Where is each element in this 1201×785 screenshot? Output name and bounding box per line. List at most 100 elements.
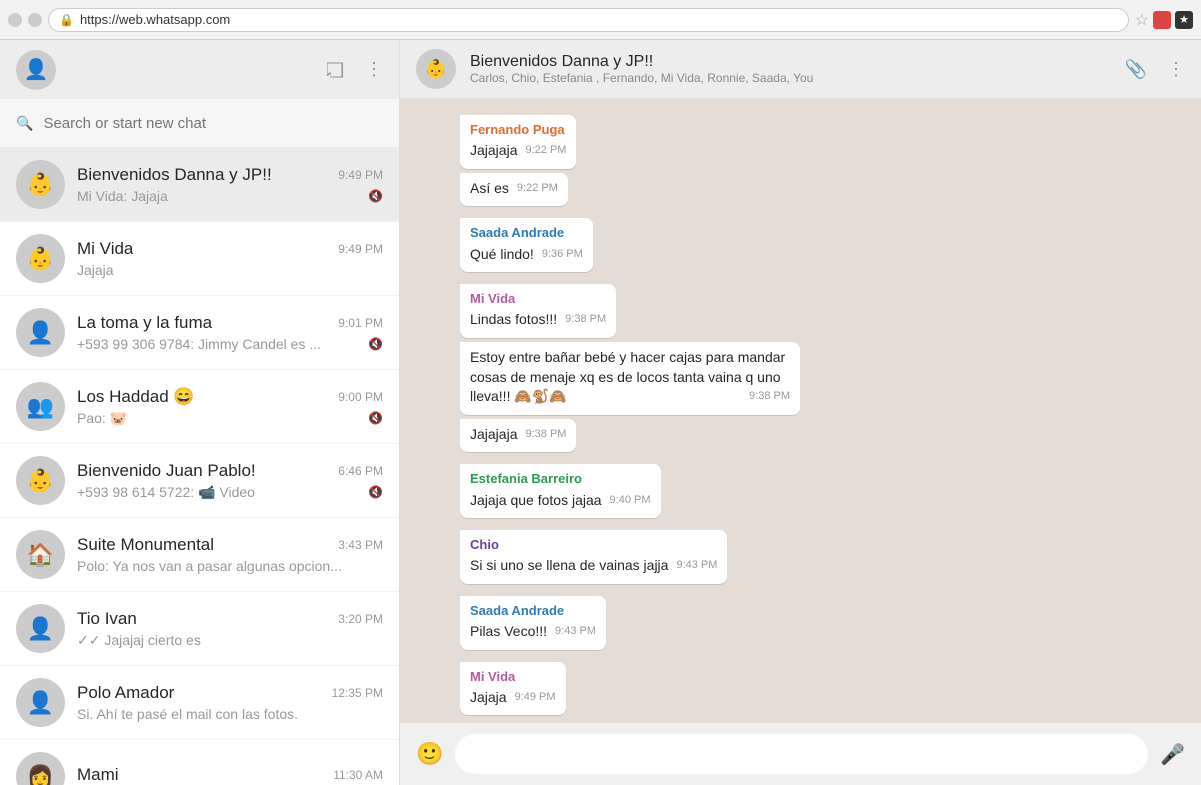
chat-item-preview: Si. Ahí te pasé el mail con las fotos. (77, 706, 383, 722)
chat-item-info: Bienvenidos Danna y JP!! 9:49 PM Mi Vida… (77, 165, 383, 204)
chat-item-info: Tio Ivan 3:20 PM ✓✓ Jajajaj cierto es (77, 609, 383, 649)
chat-item-preview: Pao: 🐷 (77, 410, 364, 427)
browser-actions: ☆ ★ (1135, 10, 1193, 30)
chat-item-info: Suite Monumental 3:43 PM Polo: Ya nos va… (77, 535, 383, 574)
chat-item-avatar: 👤 (16, 308, 65, 357)
message-bubble: Chio Si si uno se llena de vainas jajja 9:… (460, 530, 727, 584)
chat-list-item[interactable]: 👶 Bienvenidos Danna y JP!! 9:49 PM Mi Vi… (0, 148, 399, 222)
chat-header-avatar[interactable]: 👶 (416, 49, 456, 89)
mute-icon: 🔇 (368, 189, 383, 203)
sidebar-header-icons: ⋮ (325, 59, 383, 80)
chat-list-item[interactable]: 👶 Mi Vida 9:49 PM Jajaja (0, 222, 399, 296)
message-time: 9:43 PM (676, 558, 717, 573)
bookmark-icon[interactable]: ☆ (1135, 10, 1149, 30)
chat-item-time: 6:46 PM (338, 464, 383, 478)
chat-item-avatar: 👤 (16, 604, 65, 653)
message-bubble: Jajajaja9:38 PM (460, 419, 576, 453)
chat-item-info: Bienvenido Juan Pablo! 6:46 PM +593 98 6… (77, 461, 383, 501)
chat-list-item[interactable]: 👥 Los Haddad 😄 9:00 PM Pao: 🐷 🔇 (0, 370, 399, 444)
chat-members: Carlos, Chio, Estefania , Fernando, Mi V… (470, 71, 1070, 85)
chat-item-avatar: 👶 (16, 456, 65, 505)
chat-item-time: 11:30 AM (333, 768, 383, 782)
message-sender: Fernando Puga (470, 121, 566, 139)
mute-icon: 🔇 (368, 485, 383, 499)
message-time: 9:22 PM (517, 181, 558, 196)
chat-item-info: Mi Vida 9:49 PM Jajaja (77, 239, 383, 278)
message-text: Si si uno se llena de vainas jajja (470, 557, 668, 573)
message-group: Saada AndradePilas Veco!!!9:43 PM (460, 596, 1141, 652)
message-text: Estoy entre bañar bebé y hacer cajas par… (470, 349, 785, 404)
message-time: 9:22 PM (525, 143, 566, 158)
user-avatar[interactable]: 👤 (16, 50, 56, 90)
mic-button[interactable]: 🎤 (1160, 742, 1185, 767)
chat-item-name: Bienvenidos Danna y JP!! (77, 165, 272, 185)
search-bar: 🔍 (0, 99, 399, 148)
message-input[interactable] (455, 734, 1148, 774)
chat-item-preview: ✓✓ Jajajaj cierto es (77, 632, 383, 649)
messages-area: Fernando PugaJajajaja9:22 PM Así es9:22 P… (400, 99, 1201, 723)
message-bubble: Estefania Barreiro Jajaja que fotos jajaa… (460, 464, 661, 518)
lock-icon: 🔒 (59, 13, 74, 27)
message-group: Fernando PugaJajajaja9:22 PM Así es9:22 P… (460, 115, 1141, 208)
chat-list-item[interactable]: 👤 Polo Amador 12:35 PM Si. Ahí te pasé e… (0, 666, 399, 740)
chat-item-avatar: 👶 (16, 234, 65, 283)
message-bubble: Mi VidaLindas fotos!!!9:38 PM (460, 284, 616, 338)
chat-item-info: La toma y la fuma 9:01 PM +593 99 306 97… (77, 313, 383, 352)
chat-item-time: 3:20 PM (338, 612, 383, 626)
mute-icon: 🔇 (368, 411, 383, 425)
message-time: 9:43 PM (555, 624, 596, 639)
new-chat-icon[interactable] (325, 60, 345, 80)
chat-item-avatar: 👤 (16, 678, 65, 727)
message-text: Jajaja que fotos jajaa (470, 492, 602, 508)
chat-item-name: Polo Amador (77, 683, 174, 703)
browser-chrome: 🔒 https://web.whatsapp.com ☆ ★ (0, 0, 1201, 40)
chat-item-info: Polo Amador 12:35 PM Si. Ahí te pasé el … (77, 683, 383, 722)
menu-icon[interactable]: ⋮ (365, 59, 383, 80)
emoji-button[interactable]: 🙂 (416, 741, 443, 767)
chat-item-avatar: 🏠 (16, 530, 65, 579)
chat-item-time: 12:35 PM (332, 686, 383, 700)
message-bubble: Así es9:22 PM (460, 173, 568, 207)
chat-list-item[interactable]: 🏠 Suite Monumental 3:43 PM Polo: Ya nos … (0, 518, 399, 592)
chat-item-info: Los Haddad 😄 9:00 PM Pao: 🐷 🔇 (77, 387, 383, 427)
message-group: Chio Si si uno se llena de vainas jajja 9:… (460, 530, 1141, 586)
attach-icon[interactable]: 📎 (1125, 59, 1147, 80)
search-input[interactable] (43, 115, 383, 132)
chat-item-preview: +593 99 306 9784: Jimmy Candel es ... (77, 336, 364, 352)
message-bubble: Saada AndradePilas Veco!!!9:43 PM (460, 596, 606, 650)
chat-item-preview: Jajaja (77, 262, 383, 278)
extension-icon-2[interactable]: ★ (1175, 11, 1193, 29)
chat-item-time: 9:49 PM (338, 242, 383, 256)
chat-header-icons: 📎 ⋮ (1125, 59, 1185, 80)
message-bubble: Fernando PugaJajajaja9:22 PM (460, 115, 576, 169)
chat-title: Bienvenidos Danna y JP!! (470, 53, 1111, 71)
message-group: Mi VidaJajaja9:49 PM (460, 662, 1141, 718)
message-bubble: Estoy entre bañar bebé y hacer cajas par… (460, 342, 800, 415)
back-button[interactable] (8, 13, 22, 27)
message-time: 9:49 PM (515, 690, 556, 705)
message-group: Saada AndradeQué lindo!9:36 PM (460, 218, 1141, 274)
chat-item-name: Tio Ivan (77, 609, 137, 629)
chat-list-item[interactable]: 👩 Mami 11:30 AM (0, 740, 399, 785)
message-group: Estefania Barreiro Jajaja que fotos jajaa… (460, 464, 1141, 520)
chat-item-avatar: 👶 (16, 160, 65, 209)
chat-item-name: Bienvenido Juan Pablo! (77, 461, 256, 481)
chat-panel: 👶 Bienvenidos Danna y JP!! Carlos, Chio,… (400, 40, 1201, 785)
message-sender: Estefania Barreiro (470, 470, 651, 488)
url-text: https://web.whatsapp.com (80, 12, 230, 27)
chat-item-name: Mi Vida (77, 239, 133, 259)
chat-list-item[interactable]: 👶 Bienvenido Juan Pablo! 6:46 PM +593 98… (0, 444, 399, 518)
address-bar[interactable]: 🔒 https://web.whatsapp.com (48, 8, 1129, 32)
chat-header-info: Bienvenidos Danna y JP!! Carlos, Chio, E… (470, 53, 1111, 85)
chat-item-preview: +593 98 614 5722: 📹 Video (77, 484, 364, 501)
refresh-button[interactable] (28, 13, 42, 27)
chat-item-info: Mami 11:30 AM (77, 765, 383, 785)
chat-list-item[interactable]: 👤 Tio Ivan 3:20 PM ✓✓ Jajajaj cierto es (0, 592, 399, 666)
chat-list: 👶 Bienvenidos Danna y JP!! 9:49 PM Mi Vi… (0, 148, 399, 785)
extension-icon-1[interactable] (1153, 11, 1171, 29)
chat-list-item[interactable]: 👤 La toma y la fuma 9:01 PM +593 99 306 … (0, 296, 399, 370)
message-sender: Chio (470, 536, 717, 554)
chat-menu-icon[interactable]: ⋮ (1167, 59, 1185, 80)
chat-item-time: 3:43 PM (338, 538, 383, 552)
message-time: 9:36 PM (542, 247, 583, 262)
